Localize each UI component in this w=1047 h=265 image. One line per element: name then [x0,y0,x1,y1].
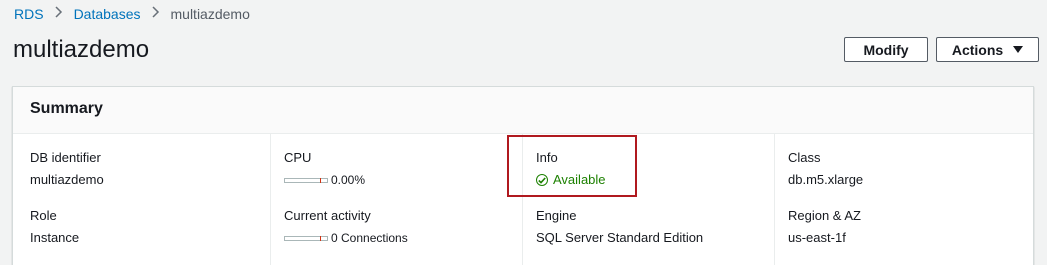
cpu-meter-row: 0.00% [284,172,365,188]
class-label: Class [788,150,821,165]
breadcrumb: RDS Databases multiazdemo [14,6,250,22]
modify-button[interactable]: Modify [844,37,928,62]
current-activity-field: Current activity 0 Connections [284,208,408,246]
connections-meter-marker [320,235,321,241]
class-field: Class db.m5.xlarge [788,150,863,188]
role-value: Instance [30,230,80,245]
connections-meter [284,235,328,241]
engine-label: Engine [536,208,577,223]
db-identifier-label: DB identifier [30,150,101,165]
summary-column-1: DB identifier multiazdemo Role Instance [30,134,270,265]
engine-field: Engine SQL Server Standard Edition [536,208,703,246]
role-label: Role [30,208,57,223]
chevron-right-icon [151,6,160,22]
summary-title: Summary [30,100,103,117]
cpu-meter [284,177,328,183]
db-identifier-field: DB identifier multiazdemo [30,150,104,188]
region-az-label: Region & AZ [788,208,861,223]
actions-button-label: Actions [951,41,1004,58]
breadcrumb-rds-link[interactable]: RDS [14,6,44,22]
cpu-field: CPU 0.00% [284,150,365,188]
engine-value: SQL Server Standard Edition [536,230,704,245]
actions-dropdown-button[interactable]: Actions [936,37,1039,62]
page-title: multiazdemo [13,36,150,63]
modify-button-label: Modify [863,41,909,58]
db-identifier-value: multiazdemo [30,172,104,187]
current-activity-label: Current activity [284,208,371,223]
chevron-right-icon [55,6,63,22]
class-value: db.m5.xlarge [788,172,864,187]
breadcrumb-current: multiazdemo [170,6,250,22]
summary-header: Summary [13,87,1033,134]
info-highlight-box [507,135,637,197]
caret-down-icon [1013,44,1024,56]
cpu-label: CPU [284,150,312,165]
page: RDS Databases multiazdemo multiazdemo Mo… [0,0,1047,265]
cpu-value: 0.00% [331,173,366,187]
summary-column-4: Class db.m5.xlarge Region & AZ us-east-1… [774,134,1027,265]
role-field: Role Instance [30,208,79,246]
breadcrumb-databases-link[interactable]: Databases [74,6,141,22]
connections-value: 0 Connections [331,231,408,245]
region-az-value: us-east-1f [788,230,846,245]
current-activity-meter-row: 0 Connections [284,230,408,246]
cpu-meter-marker [320,177,321,183]
summary-column-2: CPU 0.00% Current activity 0 Connections [270,134,523,265]
region-az-field: Region & AZ us-east-1f [788,208,861,246]
